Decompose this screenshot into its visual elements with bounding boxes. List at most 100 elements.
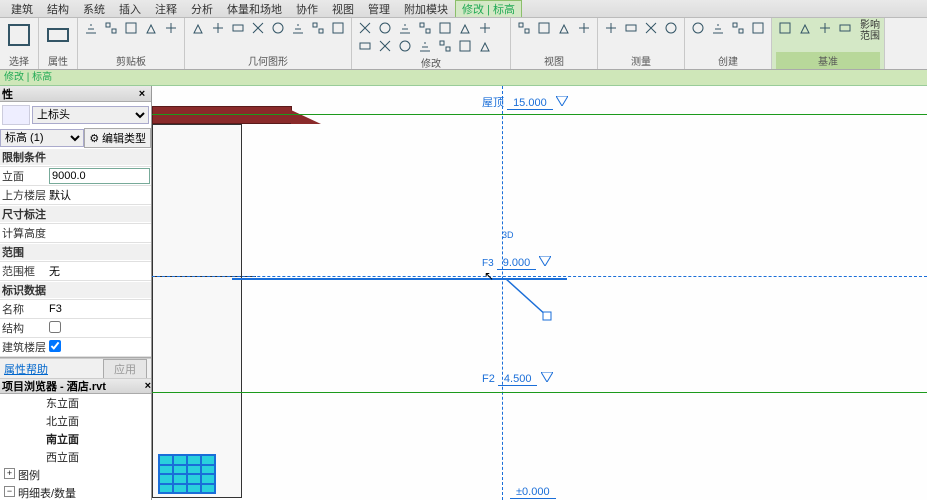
prop-scopebox-value[interactable]: 无 <box>46 262 151 280</box>
ribbon-tool-icon[interactable] <box>816 20 834 36</box>
ribbon-tool-icon[interactable] <box>209 20 227 36</box>
ribbon-tool-icon[interactable] <box>376 20 394 36</box>
menu-item[interactable]: 建筑 <box>4 1 40 17</box>
ribbon-tool-icon[interactable] <box>142 20 160 36</box>
type-thumb-icon <box>2 105 30 125</box>
prop-floor-check[interactable] <box>49 340 61 352</box>
ribbon-tool-icon[interactable] <box>396 20 414 36</box>
type-selector-row[interactable]: 上标头 <box>0 102 151 128</box>
ribbon-tool-icon[interactable] <box>515 20 533 36</box>
ribbon-tool-icon[interactable] <box>189 20 207 36</box>
ribbon-tool-icon[interactable] <box>396 38 414 54</box>
ribbon-tool-icon[interactable] <box>162 20 180 36</box>
context-tab-bar: 修改 | 标高 <box>0 70 927 86</box>
prop-elevation-input[interactable] <box>49 168 150 184</box>
ribbon-tool-icon[interactable] <box>749 20 767 36</box>
menu-item[interactable]: 附加模块 <box>397 1 455 17</box>
menu-item[interactable]: 视图 <box>325 1 361 17</box>
ribbon-tool-icon[interactable] <box>535 20 553 36</box>
ribbon-tool-icon[interactable] <box>662 20 680 36</box>
prop-help-link[interactable]: 属性帮助 <box>4 361 48 377</box>
ribbon-tool-icon[interactable] <box>436 20 454 36</box>
menu-item[interactable]: 插入 <box>112 1 148 17</box>
ribbon-tool-icon[interactable] <box>289 20 307 36</box>
ribbon-tool-icon[interactable] <box>269 20 287 36</box>
ribbon-tool-icon[interactable] <box>309 20 327 36</box>
ribbon-tool-icon[interactable] <box>329 20 347 36</box>
level-tag-f3[interactable]: F3 9.000 <box>482 256 551 269</box>
level-tag-roof[interactable]: 屋顶 15.000 <box>482 94 568 110</box>
ribbon-tool-icon[interactable] <box>796 20 814 36</box>
prop-above-label: 上方楼层 <box>0 187 46 203</box>
prop-struct-check[interactable] <box>49 321 61 333</box>
tree-item[interactable]: 西立面 <box>0 448 151 466</box>
ribbon-tool-icon[interactable] <box>416 20 434 36</box>
ribbon-tool-icon[interactable] <box>102 20 120 36</box>
ribbon-tool-icon[interactable] <box>43 20 73 50</box>
level-tag-f1[interactable]: ±0.000 <box>510 486 556 498</box>
edit-type-button[interactable]: ⚙ 编辑类型 <box>84 128 151 148</box>
ribbon-tool-icon[interactable] <box>555 20 573 36</box>
level-name: 屋顶 <box>482 97 504 109</box>
ribbon-tool-icon[interactable] <box>416 38 434 54</box>
menu-item[interactable]: 管理 <box>361 1 397 17</box>
ribbon-tool-icon[interactable] <box>602 20 620 36</box>
menu-item[interactable]: 结构 <box>40 1 76 17</box>
ribbon-tool-icon[interactable] <box>82 20 100 36</box>
instance-selector[interactable]: 标高 (1) <box>0 129 84 147</box>
type-selector[interactable]: 上标头 <box>32 106 149 124</box>
ribbon-tool-icon[interactable] <box>622 20 640 36</box>
drag-handle[interactable] <box>505 278 555 328</box>
ribbon-tool-icon[interactable] <box>776 20 794 36</box>
close-icon[interactable]: × <box>135 87 149 101</box>
prop-above-value[interactable]: 默认 <box>46 186 151 204</box>
tree-item[interactable]: 南立面 <box>0 430 151 448</box>
ribbon-tool-icon[interactable] <box>229 20 247 36</box>
tree-item[interactable]: 东立面 <box>0 394 151 412</box>
ribbon-tool-icon[interactable] <box>4 20 34 50</box>
level-line-f2[interactable] <box>152 392 927 393</box>
ribbon-tool-icon[interactable] <box>709 20 727 36</box>
tree-item[interactable]: 明细表/数量 <box>0 484 151 500</box>
ribbon-tool-icon[interactable] <box>376 38 394 54</box>
ribbon-tool-icon[interactable] <box>456 20 474 36</box>
ribbon-tool-icon[interactable] <box>476 20 494 36</box>
ribbon-tool-icon[interactable] <box>456 38 474 54</box>
prop-calc-value[interactable] <box>46 232 151 234</box>
ribbon-tool-icon[interactable] <box>642 20 660 36</box>
ribbon-tool-icon[interactable] <box>476 38 494 54</box>
tree-item[interactable]: 图例 <box>0 466 151 484</box>
menu-item[interactable]: 修改 | 标高 <box>455 0 522 17</box>
ribbon-tool-icon[interactable] <box>836 20 854 36</box>
level-line-f3[interactable] <box>152 276 927 277</box>
menu-item[interactable]: 注释 <box>148 1 184 17</box>
ribbon-tool-icon[interactable] <box>122 20 140 36</box>
apply-button[interactable]: 应用 <box>103 359 147 379</box>
prop-struct-label: 结构 <box>0 320 46 336</box>
hatch-preview <box>158 454 216 494</box>
edit-type-icon: ⚙ <box>89 133 99 145</box>
browser-title-text: 项目浏览器 - 酒店.rvt <box>2 378 106 394</box>
ribbon-tool-icon[interactable] <box>575 20 593 36</box>
ribbon-tool-icon[interactable] <box>689 20 707 36</box>
prop-calc-label: 计算高度 <box>0 225 46 241</box>
menu-item[interactable]: 体量和场地 <box>220 1 289 17</box>
section-id: 标识数据 <box>0 282 151 298</box>
close-icon[interactable]: × <box>145 380 151 392</box>
prop-name-value[interactable]: F3 <box>46 302 151 316</box>
tree-item[interactable]: 北立面 <box>0 412 151 430</box>
project-browser-tree[interactable]: 东立面北立面南立面西立面图例明细表/数量图纸 (全部)001 - 总平面图002… <box>0 394 151 500</box>
menu-item[interactable]: 协作 <box>289 1 325 17</box>
prop-scopebox-label: 范围框 <box>0 263 46 279</box>
ribbon-tool-icon[interactable] <box>356 20 374 36</box>
menu-item[interactable]: 分析 <box>184 1 220 17</box>
ribbon-tool-icon[interactable] <box>356 38 374 54</box>
menu-bar[interactable]: 建筑结构系统插入注释分析体量和场地协作视图管理附加模块修改 | 标高 <box>0 0 927 18</box>
ribbon-tool-icon[interactable] <box>249 20 267 36</box>
level-tag-f2[interactable]: F2 4.500 <box>482 372 553 385</box>
ribbon-tool-icon[interactable] <box>729 20 747 36</box>
menu-item[interactable]: 系统 <box>76 1 112 17</box>
drawing-canvas[interactable]: 屋顶 15.000 F3 9.000 3D ↖ F2 4.500 ±0.000 <box>152 86 927 500</box>
level-line-roof[interactable] <box>152 114 927 115</box>
ribbon-tool-icon[interactable] <box>436 38 454 54</box>
